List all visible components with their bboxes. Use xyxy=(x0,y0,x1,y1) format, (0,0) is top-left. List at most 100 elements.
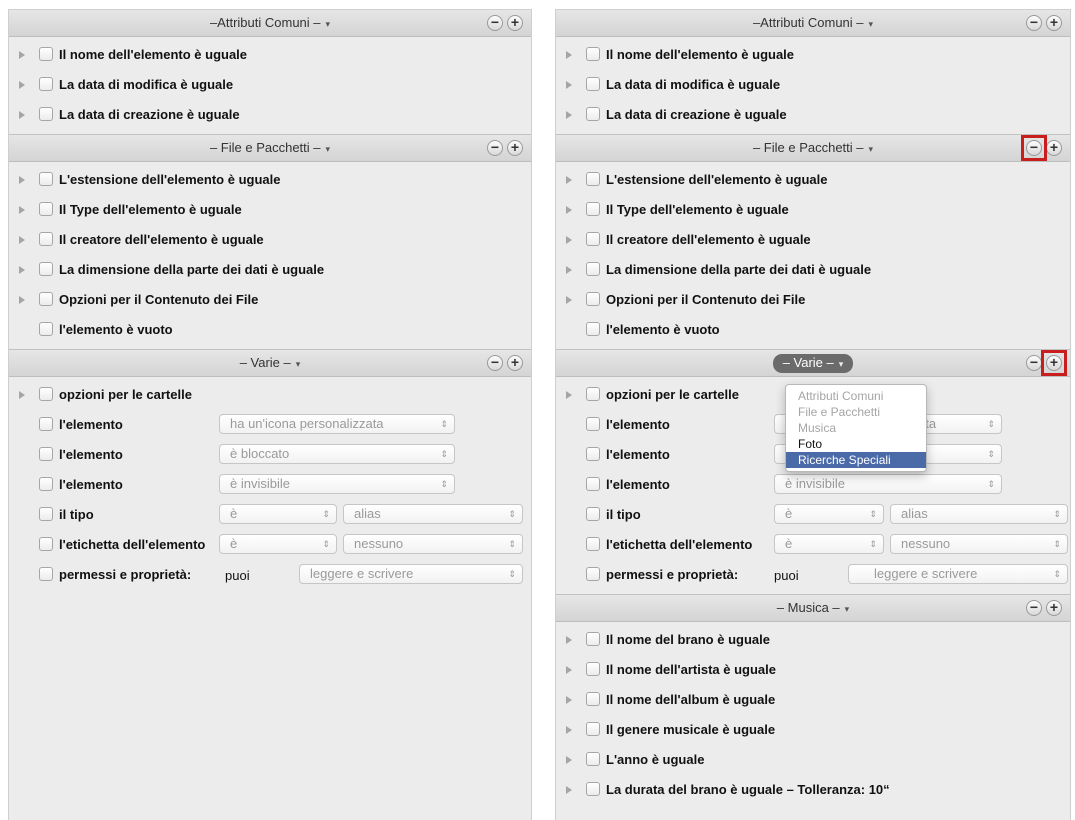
disclosure-triangle-icon[interactable] xyxy=(19,236,25,244)
operator-popup[interactable]: è ⇕ xyxy=(774,504,884,524)
add-group-button[interactable]: + xyxy=(1046,15,1062,31)
criteria-checkbox[interactable] xyxy=(586,107,600,121)
criteria-checkbox[interactable] xyxy=(586,632,600,646)
group-title-popup[interactable]: –Attributi Comuni – ▾ xyxy=(745,10,881,37)
remove-group-button[interactable]: − xyxy=(1026,15,1042,31)
criteria-checkbox[interactable] xyxy=(39,537,53,551)
criteria-checkbox[interactable] xyxy=(39,417,53,431)
group-title-popup[interactable]: – Varie – ▾ xyxy=(232,350,309,377)
disclosure-triangle-icon[interactable] xyxy=(19,296,25,304)
disclosure-triangle-icon[interactable] xyxy=(566,51,572,59)
operator-popup[interactable]: è ⇕ xyxy=(219,534,337,554)
criteria-checkbox[interactable] xyxy=(586,47,600,61)
criteria-checkbox[interactable] xyxy=(39,232,53,246)
disclosure-triangle-icon[interactable] xyxy=(566,81,572,89)
criteria-checkbox[interactable] xyxy=(586,477,600,491)
disclosure-triangle-icon[interactable] xyxy=(19,81,25,89)
criteria-checkbox[interactable] xyxy=(586,292,600,306)
value-popup[interactable]: alias ⇕ xyxy=(890,504,1068,524)
group-title-popup[interactable]: –Attributi Comuni – ▾ xyxy=(202,10,338,37)
disclosure-triangle-icon[interactable] xyxy=(19,51,25,59)
criteria-checkbox[interactable] xyxy=(39,447,53,461)
value-popup[interactable]: nessuno ⇕ xyxy=(890,534,1068,554)
condition-popup[interactable]: è invisibile ⇕ xyxy=(774,474,1002,494)
group-title-popup[interactable]: – File e Pacchetti – ▾ xyxy=(745,135,881,162)
remove-group-button[interactable]: − xyxy=(487,15,503,31)
remove-group-button[interactable]: − xyxy=(487,140,503,156)
criteria-checkbox[interactable] xyxy=(39,47,53,61)
criteria-checkbox[interactable] xyxy=(586,262,600,276)
group-type-menu: Attributi Comuni File e Pacchetti Musica… xyxy=(785,384,927,472)
criteria-checkbox[interactable] xyxy=(586,782,600,796)
disclosure-triangle-icon[interactable] xyxy=(19,111,25,119)
disclosure-triangle-icon[interactable] xyxy=(19,391,25,399)
criteria-checkbox[interactable] xyxy=(586,202,600,216)
criteria-checkbox[interactable] xyxy=(586,322,600,336)
add-group-button[interactable]: + xyxy=(507,15,523,31)
criteria-checkbox[interactable] xyxy=(586,447,600,461)
criteria-checkbox[interactable] xyxy=(586,537,600,551)
disclosure-triangle-icon[interactable] xyxy=(566,296,572,304)
add-group-button[interactable]: + xyxy=(1046,140,1062,156)
disclosure-triangle-icon[interactable] xyxy=(566,236,572,244)
value-popup[interactable]: alias ⇕ xyxy=(343,504,523,524)
disclosure-triangle-icon[interactable] xyxy=(19,206,25,214)
operator-popup[interactable]: è ⇕ xyxy=(219,504,337,524)
add-group-button[interactable]: + xyxy=(507,140,523,156)
menu-item-foto[interactable]: Foto xyxy=(786,436,926,452)
criteria-checkbox[interactable] xyxy=(39,262,53,276)
add-group-button[interactable]: + xyxy=(507,355,523,371)
criteria-checkbox[interactable] xyxy=(39,507,53,521)
disclosure-triangle-icon[interactable] xyxy=(566,756,572,764)
disclosure-triangle-icon[interactable] xyxy=(566,666,572,674)
criteria-checkbox[interactable] xyxy=(39,77,53,91)
disclosure-triangle-icon[interactable] xyxy=(566,786,572,794)
criteria-checkbox[interactable] xyxy=(586,567,600,581)
criteria-checkbox[interactable] xyxy=(586,722,600,736)
criteria-checkbox[interactable] xyxy=(39,202,53,216)
condition-popup[interactable]: è bloccato ⇕ xyxy=(219,444,455,464)
group-title-popup[interactable]: – Musica – ▾ xyxy=(769,595,857,622)
operator-popup[interactable]: è ⇕ xyxy=(774,534,884,554)
criteria-checkbox[interactable] xyxy=(586,662,600,676)
remove-group-button[interactable]: − xyxy=(1026,600,1042,616)
value-popup[interactable]: nessuno ⇕ xyxy=(343,534,523,554)
condition-popup[interactable]: è invisibile ⇕ xyxy=(219,474,455,494)
criteria-checkbox[interactable] xyxy=(586,752,600,766)
add-group-button[interactable]: + xyxy=(1046,600,1062,616)
criteria-checkbox[interactable] xyxy=(39,172,53,186)
criteria-checkbox[interactable] xyxy=(39,322,53,336)
permission-popup[interactable]: leggere e scrivere ⇕ xyxy=(848,564,1068,584)
criteria-checkbox[interactable] xyxy=(586,77,600,91)
criteria-checkbox[interactable] xyxy=(586,387,600,401)
disclosure-triangle-icon[interactable] xyxy=(566,111,572,119)
disclosure-triangle-icon[interactable] xyxy=(19,266,25,274)
criteria-checkbox[interactable] xyxy=(586,507,600,521)
remove-group-button[interactable]: − xyxy=(487,355,503,371)
criteria-checkbox[interactable] xyxy=(39,567,53,581)
criteria-checkbox[interactable] xyxy=(586,172,600,186)
disclosure-triangle-icon[interactable] xyxy=(566,176,572,184)
menu-item-ricerche-speciali[interactable]: Ricerche Speciali xyxy=(786,452,926,468)
criteria-checkbox[interactable] xyxy=(586,232,600,246)
disclosure-triangle-icon[interactable] xyxy=(566,636,572,644)
remove-group-button[interactable]: − xyxy=(1026,355,1042,371)
condition-popup[interactable]: ha un'icona personalizzata ⇕ xyxy=(219,414,455,434)
criteria-checkbox[interactable] xyxy=(39,292,53,306)
disclosure-triangle-icon[interactable] xyxy=(566,391,572,399)
criteria-label: il tipo xyxy=(59,507,94,522)
disclosure-triangle-icon[interactable] xyxy=(566,266,572,274)
disclosure-triangle-icon[interactable] xyxy=(566,726,572,734)
disclosure-triangle-icon[interactable] xyxy=(19,176,25,184)
group-title-label: – File e Pacchetti – xyxy=(209,140,321,155)
group-title-popup[interactable]: – File e Pacchetti – ▾ xyxy=(202,135,338,162)
criteria-checkbox[interactable] xyxy=(586,692,600,706)
criteria-checkbox[interactable] xyxy=(39,107,53,121)
disclosure-triangle-icon[interactable] xyxy=(566,696,572,704)
disclosure-triangle-icon[interactable] xyxy=(566,206,572,214)
criteria-checkbox[interactable] xyxy=(586,417,600,431)
criteria-checkbox[interactable] xyxy=(39,477,53,491)
group-title-popup[interactable]: – Varie – ▾ xyxy=(772,354,854,373)
permission-popup[interactable]: leggere e scrivere ⇕ xyxy=(299,564,523,584)
criteria-checkbox[interactable] xyxy=(39,387,53,401)
